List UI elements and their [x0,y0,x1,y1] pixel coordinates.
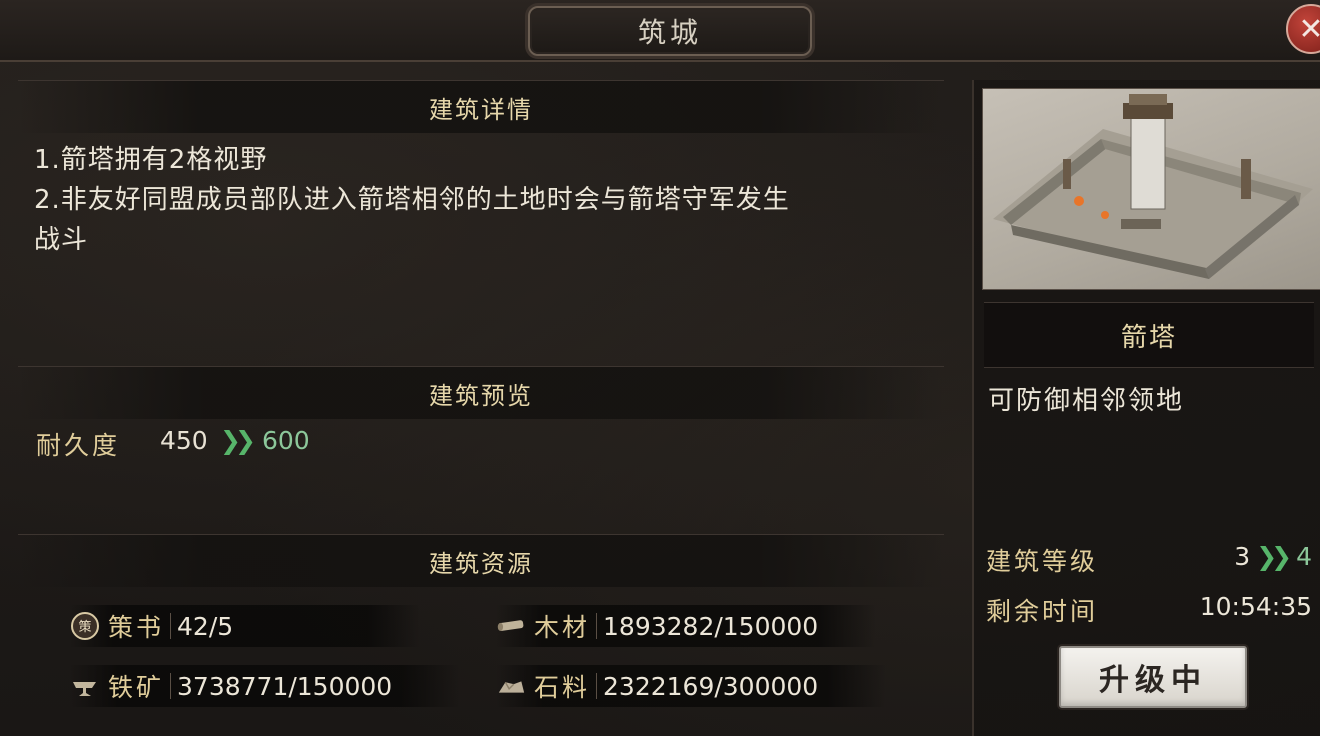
durability-current: 450 [160,426,208,455]
divider [596,673,598,699]
upgrading-button[interactable]: 升级中 [1059,646,1247,708]
preview-header-label: 建筑预览 [429,381,533,410]
resource-label: 策书 [108,613,165,642]
details-section-header: 建筑详情 [18,80,944,133]
resource-value: 3738771/150000 [177,671,393,701]
durability-label: 耐久度 [36,431,121,460]
close-icon: ✕ [1298,11,1320,47]
details-header-label: 建筑详情 [429,95,533,124]
window-title: 筑城 [637,16,702,49]
resource-label: 石料 [534,673,591,702]
strategy-book-icon: 策 [70,611,100,641]
level-current: 3 [1234,542,1251,571]
upgrading-button-label: 升级中 [1099,663,1207,698]
building-name: 箭塔 [1120,322,1177,353]
resource-wood: 木材 1893282/150000 [496,605,876,647]
resource-value: 42/5 [177,611,234,641]
double-chevron-right-icon: ❯❯ [220,426,256,455]
divider [596,613,598,639]
resources-section-header: 建筑资源 [18,534,944,587]
double-chevron-right-icon: ❯❯ [1256,542,1292,571]
wood-icon [496,611,526,641]
arrow-tower-image [982,88,1320,290]
divider [170,613,172,639]
detail-line-2: 2.非友好同盟成员部队进入箭塔相邻的土地时会与箭塔守军发生 [34,185,790,215]
resources-header-label: 建筑资源 [429,549,533,578]
building-level-values: 3 ❯❯ 4 [1234,542,1312,571]
resource-stone: 石料 2322169/300000 [496,665,886,707]
remaining-time-value: 10:54:35 [1199,592,1312,621]
building-level-row: 建筑等级 3 ❯❯ 4 [986,542,1316,582]
title-bar: 筑城 [0,0,1320,62]
resource-value: 1893282/150000 [603,611,819,641]
level-next: 4 [1296,542,1312,571]
detail-line-1: 1.箭塔拥有2格视野 [34,145,268,175]
building-description: 可防御相邻领地 [988,386,1185,416]
building-level-label: 建筑等级 [986,547,1099,576]
remaining-time-label: 剩余时间 [986,597,1099,626]
preview-section-header: 建筑预览 [18,366,944,419]
left-panel: 建筑详情 1.箭塔拥有2格视野 2.非友好同盟成员部队进入箭塔相邻的土地时会与箭… [18,80,944,736]
title-plaque: 筑城 [528,6,812,56]
resource-label: 木材 [534,613,591,642]
durability-next: 600 [262,426,310,455]
detail-line-3: 战斗 [34,225,89,255]
building-name-header: 箭塔 [984,302,1314,368]
iron-icon [70,671,100,701]
remaining-time-row: 剩余时间 10:54:35 [986,592,1316,632]
right-panel: 箭塔 可防御相邻领地 建筑等级 3 ❯❯ 4 剩余时间 10:54:35 升级中 [972,80,1320,736]
resource-iron: 铁矿 3738771/150000 [70,665,460,707]
divider [170,673,172,699]
resource-value: 2322169/300000 [603,671,819,701]
resource-label: 铁矿 [108,673,165,702]
resource-strategy-book: 策 策书 42/5 [70,605,420,647]
svg-text:策: 策 [78,619,91,635]
stone-icon [496,671,526,701]
